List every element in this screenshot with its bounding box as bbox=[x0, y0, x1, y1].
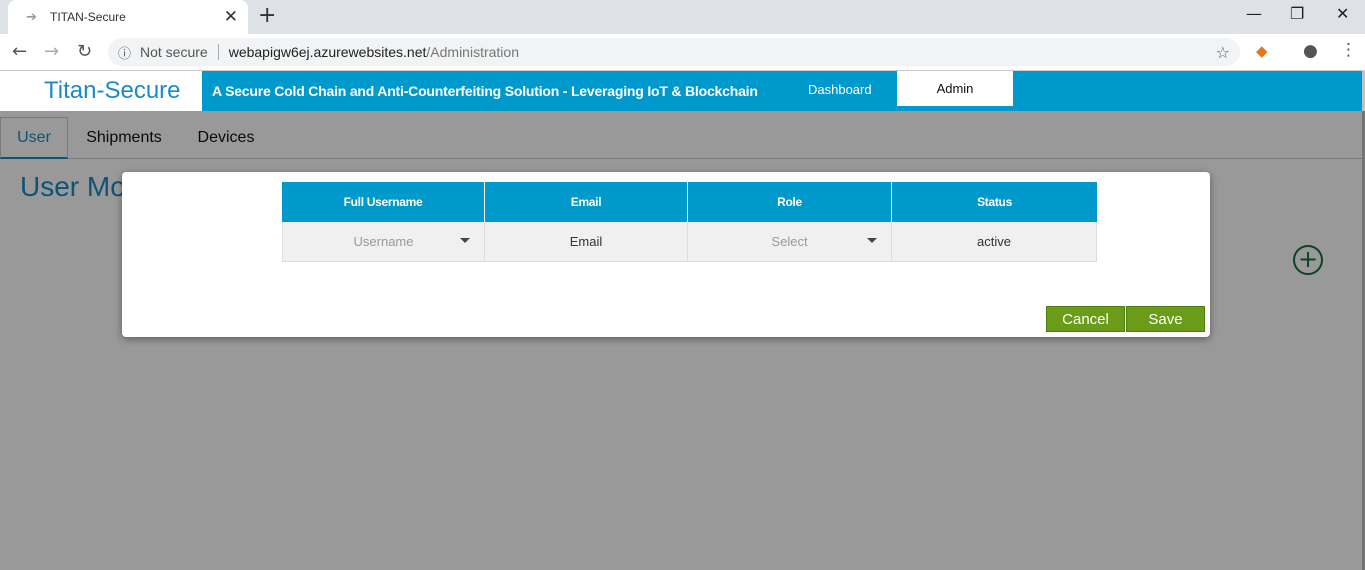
column-header-status: Status bbox=[892, 182, 1097, 222]
cancel-button[interactable]: Cancel bbox=[1046, 306, 1125, 332]
username-select[interactable]: Username bbox=[282, 222, 485, 262]
status-value: active bbox=[892, 222, 1097, 262]
column-header-full-username: Full Username bbox=[282, 182, 485, 222]
nav-admin[interactable]: Admin bbox=[897, 71, 1013, 106]
forward-icon[interactable]: → bbox=[44, 41, 59, 62]
nav-dashboard[interactable]: Dashboard bbox=[808, 82, 872, 97]
address-bar[interactable]: ⓘ Not secure webapigw6ej.azurewebsites.n… bbox=[108, 38, 1240, 66]
reload-icon[interactable]: ↻ bbox=[77, 41, 92, 62]
close-tab-icon[interactable]: ✕ bbox=[224, 7, 238, 27]
restore-icon[interactable]: ❐ bbox=[1290, 4, 1304, 23]
chevron-down-icon[interactable] bbox=[867, 238, 877, 243]
browser-tab[interactable]: ➔ TITAN-Secure ✕ bbox=[8, 0, 248, 34]
arrow-icon: ➔ bbox=[26, 9, 37, 25]
bookmark-star-icon[interactable]: ☆ bbox=[1216, 43, 1230, 62]
column-header-email: Email bbox=[485, 182, 688, 222]
profile-icon[interactable]: ● bbox=[1303, 41, 1318, 61]
omnibox-separator bbox=[217, 44, 219, 60]
app-page: Titan-Secure A Secure Cold Chain and Ant… bbox=[0, 71, 1365, 570]
email-placeholder: Email bbox=[569, 234, 603, 249]
chevron-down-icon[interactable] bbox=[460, 238, 470, 243]
save-button[interactable]: Save bbox=[1126, 306, 1205, 332]
user-grid: Full Username Email Role Status Username… bbox=[282, 182, 1097, 262]
browser-toolbar: ← → ↻ ⓘ Not secure webapigw6ej.azurewebs… bbox=[0, 34, 1365, 71]
url-path: /Administration bbox=[426, 44, 519, 60]
new-tab-icon[interactable]: + bbox=[258, 3, 276, 28]
role-placeholder: Select bbox=[771, 234, 808, 249]
column-header-role: Role bbox=[688, 182, 892, 222]
role-select[interactable]: Select bbox=[688, 222, 892, 262]
security-label: Not secure bbox=[140, 44, 208, 60]
brand-logo[interactable]: Titan-Secure bbox=[44, 77, 181, 105]
table-row: Username Email Select active bbox=[282, 222, 1097, 262]
add-user-modal: Full Username Email Role Status Username… bbox=[122, 172, 1210, 337]
app-header: Titan-Secure A Secure Cold Chain and Ant… bbox=[0, 71, 1365, 111]
status-text: active bbox=[977, 234, 1011, 249]
brand-box: Titan-Secure bbox=[0, 71, 202, 111]
back-icon[interactable]: ← bbox=[12, 41, 27, 62]
browser-tabstrip: ➔ TITAN-Secure ✕ + — ❐ ✕ bbox=[0, 0, 1365, 34]
email-field[interactable]: Email bbox=[485, 222, 688, 262]
metamask-extension-icon[interactable]: ◆ bbox=[1256, 42, 1268, 60]
tagline: A Secure Cold Chain and Anti-Counterfeit… bbox=[212, 83, 758, 99]
tab-title: TITAN-Secure bbox=[50, 10, 126, 24]
username-placeholder: Username bbox=[353, 234, 414, 249]
window-close-icon[interactable]: ✕ bbox=[1336, 4, 1349, 23]
minimize-icon[interactable]: — bbox=[1246, 4, 1262, 23]
menu-icon[interactable]: ⋮ bbox=[1340, 40, 1357, 60]
grid-header-row: Full Username Email Role Status bbox=[282, 182, 1097, 222]
url-host: webapigw6ej.azurewebsites.net bbox=[228, 44, 427, 60]
info-icon[interactable]: ⓘ bbox=[118, 43, 136, 62]
